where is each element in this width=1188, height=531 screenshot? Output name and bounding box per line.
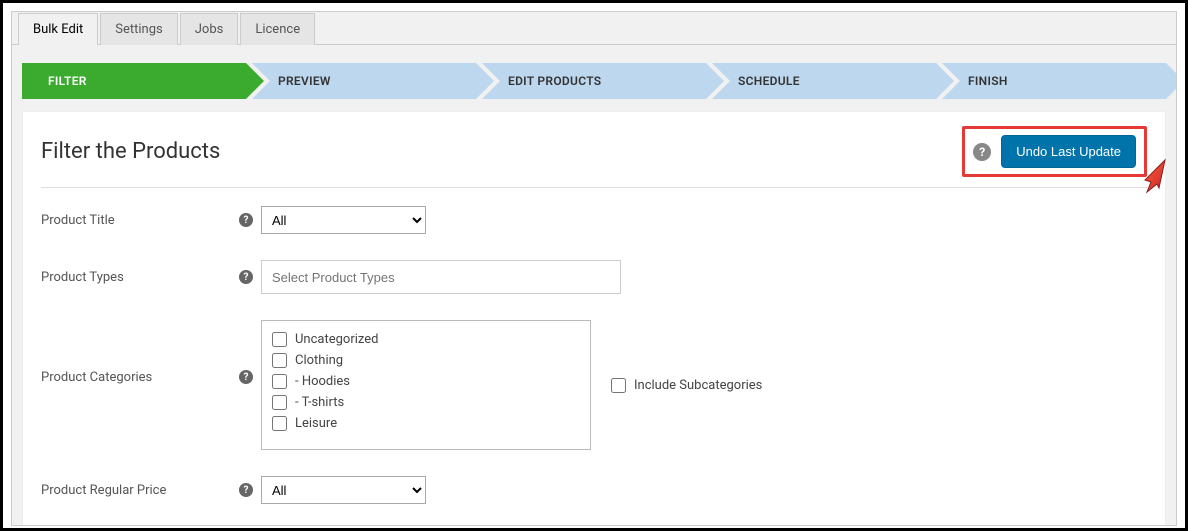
category-item[interactable]: Clothing [272, 350, 580, 371]
step-schedule[interactable]: SCHEDULE [712, 63, 936, 99]
product-types-input[interactable] [261, 260, 621, 294]
product-categories-list[interactable]: Uncategorized Clothing - Hoodies [261, 320, 591, 450]
page-title: Filter the Products [41, 139, 220, 164]
product-title-select[interactable]: All [261, 206, 426, 234]
admin-tabs: Bulk Edit Settings Jobs Licence [12, 12, 1176, 45]
wizard-stepper: FILTER PREVIEW EDIT PRODUCTS SCHEDULE FI… [12, 45, 1176, 111]
category-label: Uncategorized [295, 332, 378, 347]
tab-bulk-edit[interactable]: Bulk Edit [18, 13, 98, 45]
category-checkbox[interactable] [272, 416, 287, 431]
category-checkbox[interactable] [272, 395, 287, 410]
category-checkbox[interactable] [272, 374, 287, 389]
help-icon[interactable]: ? [239, 370, 253, 384]
category-label: - T-shirts [295, 395, 344, 410]
product-title-label: Product Title [41, 213, 231, 228]
undo-last-update-button[interactable]: Undo Last Update [1001, 135, 1136, 168]
step-preview[interactable]: PREVIEW [252, 63, 476, 99]
include-subcategories-checkbox[interactable] [611, 378, 626, 393]
category-item[interactable]: Leisure [272, 413, 580, 434]
help-icon[interactable]: ? [239, 213, 253, 227]
tab-jobs[interactable]: Jobs [180, 13, 239, 45]
category-label: Clothing [295, 353, 343, 368]
help-icon[interactable]: ? [239, 270, 253, 284]
step-edit-products[interactable]: EDIT PRODUCTS [482, 63, 706, 99]
product-regular-price-select[interactable]: All [261, 476, 426, 504]
include-subcategories[interactable]: Include Subcategories [611, 378, 762, 393]
category-label: Leisure [295, 416, 337, 431]
help-icon[interactable]: ? [239, 483, 253, 497]
category-item[interactable]: - Hoodies [272, 371, 580, 392]
category-checkbox[interactable] [272, 332, 287, 347]
category-label: - Hoodies [295, 374, 350, 389]
step-filter[interactable]: FILTER [22, 63, 246, 99]
filter-panel: Filter the Products ? Undo Last Update [22, 111, 1166, 526]
step-finish[interactable]: FINISH [942, 63, 1166, 99]
category-checkbox[interactable] [272, 353, 287, 368]
category-item[interactable]: - T-shirts [272, 392, 580, 413]
undo-highlight-box: ? Undo Last Update [962, 126, 1147, 177]
tab-settings[interactable]: Settings [100, 13, 177, 45]
product-categories-label: Product Categories [41, 320, 231, 385]
include-subcategories-label: Include Subcategories [634, 378, 762, 393]
tab-licence[interactable]: Licence [240, 13, 315, 45]
product-types-label: Product Types [41, 270, 231, 285]
help-icon[interactable]: ? [973, 143, 991, 161]
product-regular-price-label: Product Regular Price [41, 483, 231, 498]
category-item[interactable]: Uncategorized [272, 329, 580, 350]
